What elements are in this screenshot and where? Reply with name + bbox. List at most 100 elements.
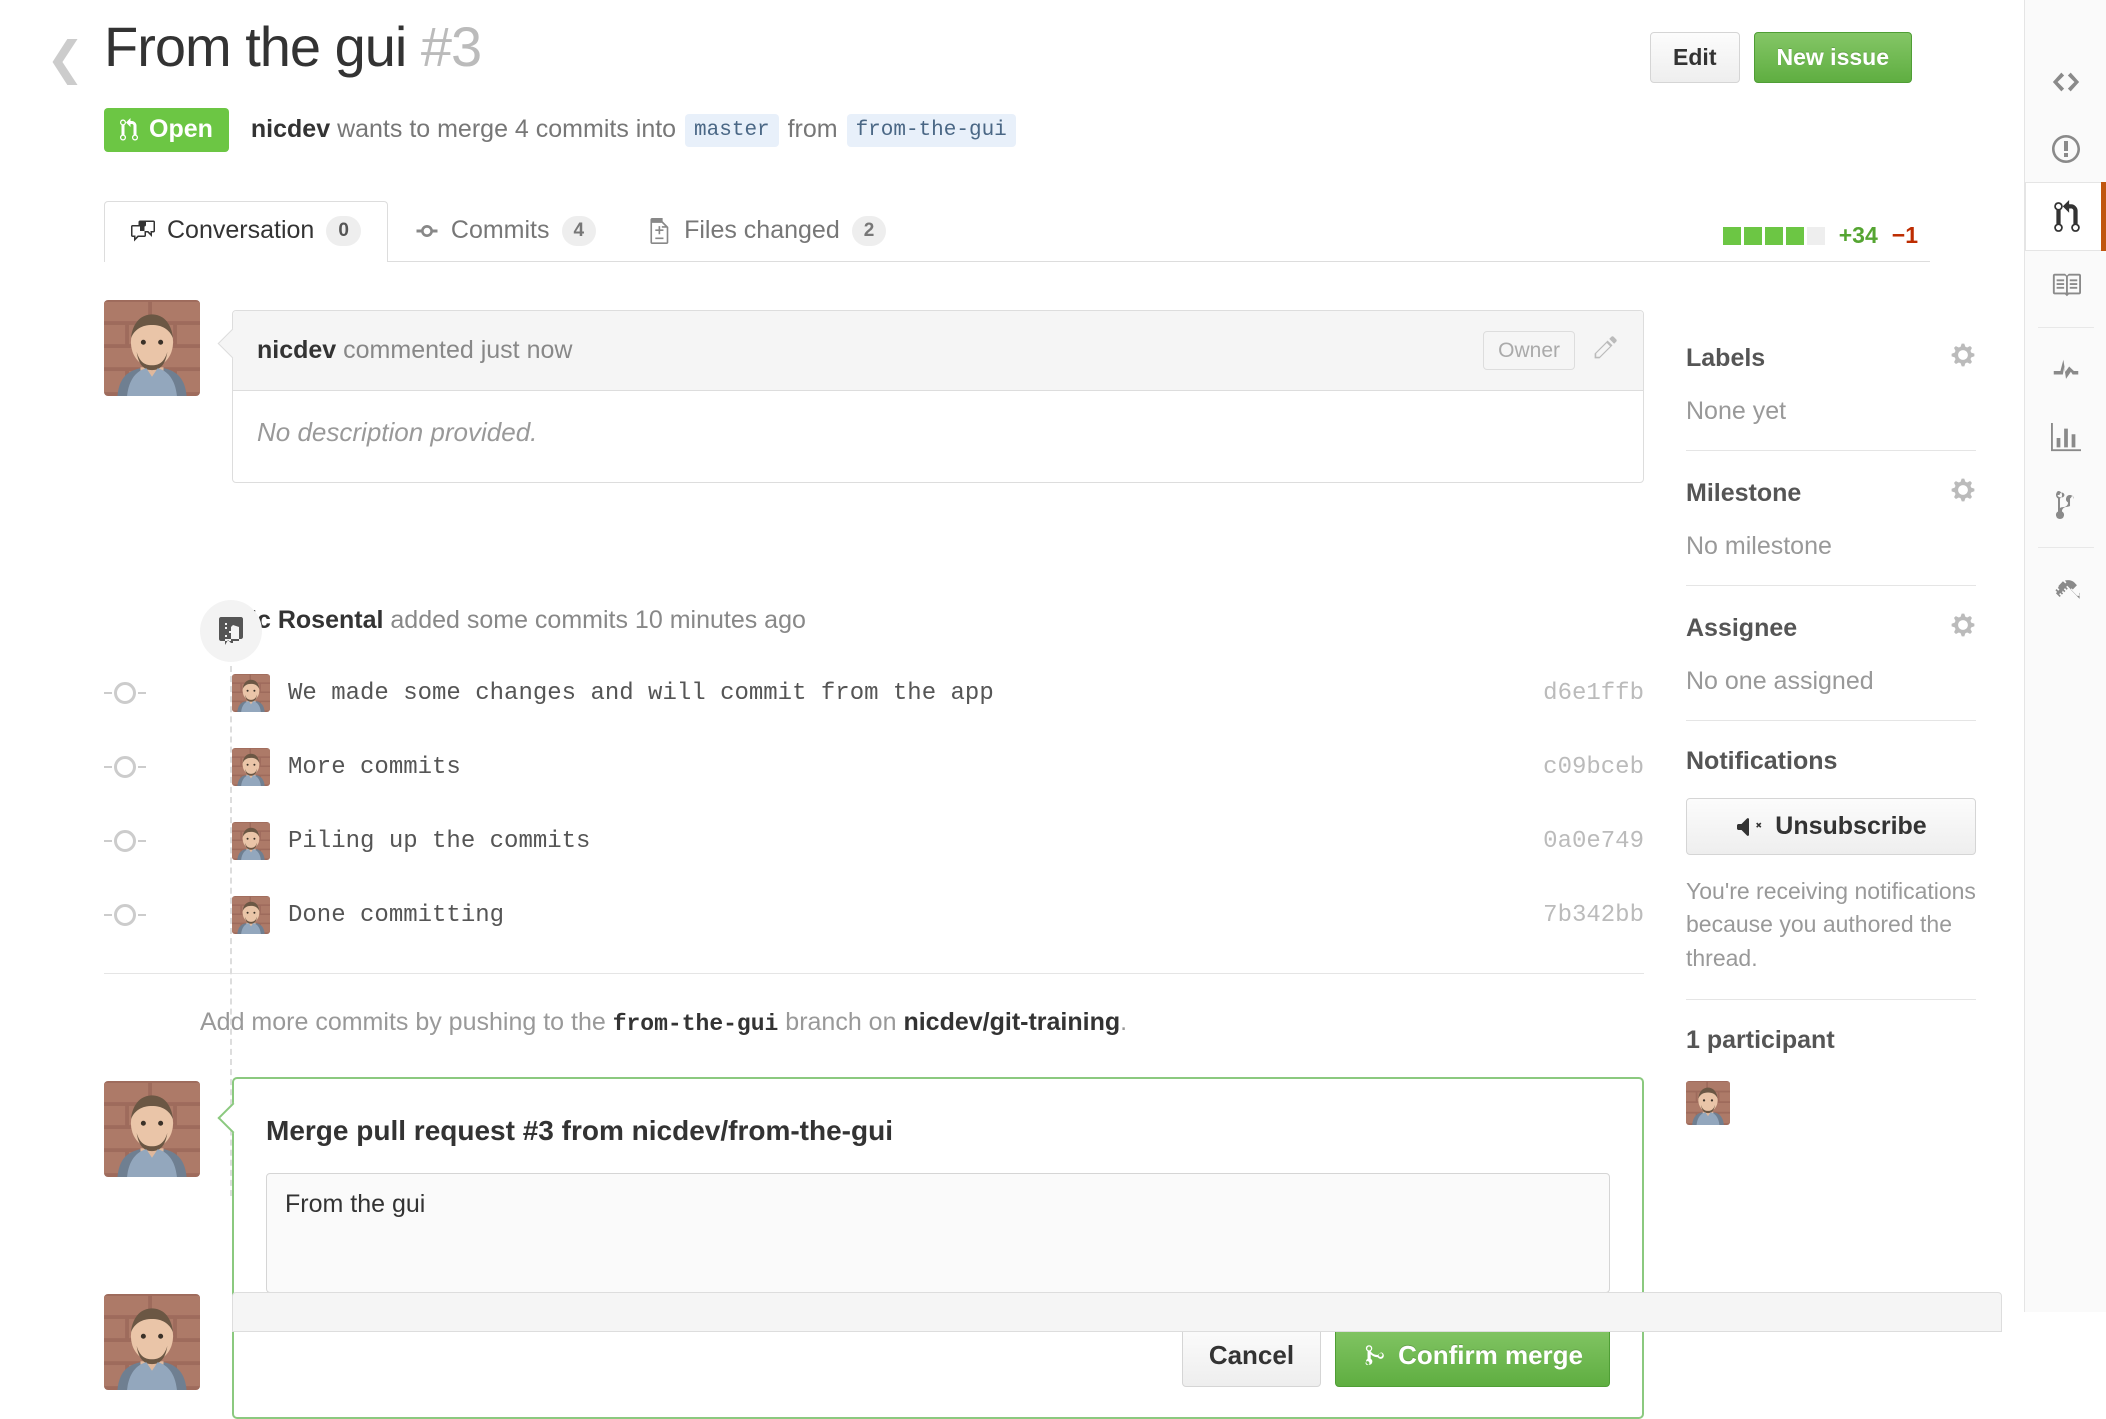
commit-avatar: [232, 748, 270, 786]
unsubscribe-button[interactable]: Unsubscribe: [1686, 798, 1976, 855]
sidebar-labels-section: Labels None yet: [1686, 342, 1976, 451]
rail-item-issues[interactable]: [2025, 115, 2106, 182]
commit-avatar: [232, 822, 270, 860]
pr-state-line: Open nicdev wants to merge 4 commits int…: [104, 108, 1018, 152]
comment-block: nicdev commented just now Owner No descr…: [104, 300, 1644, 570]
merge-actions: Cancel Confirm merge: [266, 1324, 1610, 1387]
comment-body: No description provided.: [257, 417, 538, 448]
commit-sha[interactable]: 7b342bb: [1543, 902, 1644, 929]
comment-card: nicdev commented just now Owner No descr…: [232, 310, 1644, 484]
git-merge-icon: [1365, 1345, 1384, 1366]
new-issue-button[interactable]: New issue: [1753, 32, 1912, 83]
diff-icon: [650, 218, 669, 245]
labels-title: Labels: [1686, 344, 1766, 372]
pr-from-text: from: [787, 114, 838, 143]
commit-message[interactable]: Done committing: [288, 902, 504, 929]
labels-value: None yet: [1686, 397, 1787, 425]
tools-icon: [2055, 579, 2081, 599]
edit-button[interactable]: Edit: [1650, 32, 1740, 83]
diffstat: +34 −1: [1722, 222, 1918, 249]
commit-list: We made some changes and will commit fro…: [104, 669, 1644, 939]
unsubscribe-label: Unsubscribe: [1775, 812, 1927, 840]
commits-event-text: added some commits 10 minutes ago: [390, 606, 806, 634]
rail-item-wiki[interactable]: [2025, 251, 2106, 318]
notifications-title: Notifications: [1686, 747, 1838, 775]
sidebar-assignee-section: Assignee No one assigned: [1686, 612, 1976, 721]
notifications-header: Notifications: [1686, 747, 1976, 776]
diffstat-deletions: −1: [1891, 222, 1918, 248]
issue-number: #3: [420, 15, 482, 78]
git-pull-request-icon: [120, 117, 138, 141]
status-badge-label: Open: [149, 115, 213, 143]
commit-sha[interactable]: 0a0e749: [1543, 828, 1644, 855]
commit-row[interactable]: Piling up the commits 0a0e749: [104, 817, 1644, 865]
pr-description-line: nicdev wants to merge 4 commits into mas…: [251, 113, 1018, 147]
commit-row[interactable]: More commits c09bceb: [104, 743, 1644, 791]
comment-header: nicdev commented just now Owner: [233, 311, 1643, 392]
graph-icon: [2051, 422, 2081, 451]
status-badge: Open: [104, 108, 229, 152]
sidebar-participants-section: 1 participant: [1686, 1026, 1976, 1149]
sidebar-notifications-section: Notifications Unsubscribe You're receivi…: [1686, 747, 1976, 1001]
head-branch-badge[interactable]: from-the-gui: [846, 113, 1016, 147]
commit-sha[interactable]: c09bceb: [1543, 754, 1644, 781]
repo-nav-rail: [2024, 0, 2106, 1312]
gear-icon[interactable]: [1950, 342, 1976, 375]
labels-header: Labels: [1686, 342, 1976, 375]
commit-row[interactable]: We made some changes and will commit fro…: [104, 669, 1644, 717]
avatar[interactable]: [104, 1081, 200, 1177]
tab-files-changed[interactable]: Files changed 2: [623, 201, 913, 262]
gear-icon[interactable]: [1950, 477, 1976, 510]
cancel-button[interactable]: Cancel: [1181, 1324, 1322, 1387]
pr-merge-text: wants to merge 4 commits into: [337, 114, 677, 143]
assignee-header: Assignee: [1686, 612, 1976, 645]
pr-sidebar: Labels None yet Milestone No milestone A…: [1686, 342, 1976, 1175]
tab-conversation[interactable]: Conversation 0: [104, 201, 388, 263]
book-icon: [2052, 273, 2081, 296]
git-commit-icon: [416, 225, 438, 238]
commit-message[interactable]: We made some changes and will commit fro…: [288, 680, 994, 707]
new-comment-box[interactable]: [232, 1292, 2002, 1332]
tab-commits-count: 4: [561, 216, 597, 246]
commit-row[interactable]: Done committing 7b342bb: [104, 891, 1644, 939]
participant-avatar[interactable]: [1686, 1081, 1730, 1125]
push-hint: Add more commits by pushing to the from-…: [104, 974, 1644, 1037]
chevron-left-icon[interactable]: ❮: [46, 35, 85, 81]
push-hint-suffix: .: [1120, 1008, 1128, 1036]
push-hint-repo[interactable]: nicdev/git-training: [903, 1008, 1120, 1036]
gear-icon[interactable]: [1950, 612, 1976, 645]
rail-item-network[interactable]: [2025, 471, 2106, 538]
pr-author[interactable]: nicdev: [251, 115, 330, 143]
rail-item-pulse[interactable]: [2025, 337, 2106, 404]
header-actions: Edit New issue: [1650, 32, 1912, 83]
avatar[interactable]: [104, 1294, 200, 1390]
commit-sha[interactable]: d6e1ffb: [1543, 680, 1644, 707]
tab-commits[interactable]: Commits 4: [388, 201, 623, 262]
merge-box: Merge pull request #3 from nicdev/from-t…: [232, 1077, 1644, 1419]
rail-item-graphs[interactable]: [2025, 404, 2106, 471]
push-hint-branch: from-the-gui: [612, 1011, 779, 1037]
page-title-text: From the gui: [104, 15, 407, 78]
milestone-title: Milestone: [1686, 479, 1802, 507]
commit-message[interactable]: Piling up the commits: [288, 828, 590, 855]
rail-divider: [2037, 547, 2094, 548]
commit-message[interactable]: More commits: [288, 754, 461, 781]
rail-item-settings[interactable]: [2025, 557, 2106, 624]
rail-item-pull-requests[interactable]: [2025, 182, 2106, 251]
merge-title: Merge pull request #3 from nicdev/from-t…: [266, 1115, 893, 1146]
merge-message-input[interactable]: [266, 1173, 1610, 1293]
participants-title: 1 participant: [1686, 1026, 1835, 1055]
comment-discussion-icon: [131, 220, 155, 242]
mute-icon: [1737, 817, 1762, 836]
confirm-merge-label: Confirm merge: [1398, 1340, 1583, 1370]
rail-item-code[interactable]: [2025, 48, 2106, 115]
pencil-icon[interactable]: [1593, 334, 1619, 367]
commits-event-header: Nic Rosental added some commits 10 minut…: [232, 606, 1644, 635]
comment-author[interactable]: nicdev: [257, 336, 336, 364]
milestone-header: Milestone: [1686, 477, 1976, 510]
tab-conversation-count: 0: [326, 216, 361, 246]
base-branch-badge[interactable]: master: [685, 113, 779, 147]
issue-opened-icon: [2052, 134, 2080, 163]
confirm-merge-button[interactable]: Confirm merge: [1335, 1324, 1610, 1387]
avatar[interactable]: [104, 300, 200, 396]
